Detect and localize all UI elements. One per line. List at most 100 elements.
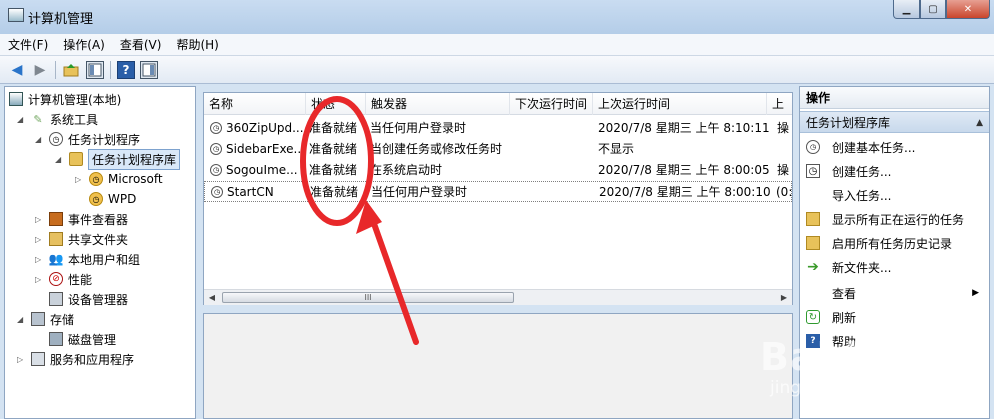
column-header-trigger[interactable]: 触发器	[366, 93, 510, 115]
scroll-right-arrow-icon[interactable]: ▶	[776, 290, 792, 305]
action-new-folder[interactable]: ➔ 新文件夹...	[800, 255, 989, 279]
menu-view[interactable]: 查看(V)	[120, 36, 162, 53]
tree-label: WPD	[108, 192, 137, 206]
task-clock-icon: ◷	[210, 164, 222, 176]
help-icon[interactable]: ?	[117, 61, 135, 79]
column-header-last-run[interactable]: 上次运行时间	[593, 93, 767, 115]
collapse-arrow-icon[interactable]: ◢	[55, 155, 65, 164]
pane-splitter[interactable]	[197, 86, 202, 419]
tree-item-root[interactable]: 计算机管理(本地)	[9, 89, 121, 109]
tree-item-device-manager[interactable]: 设备管理器	[49, 289, 128, 309]
expand-arrow-icon[interactable]: ▷	[35, 235, 45, 244]
menu-bar: 文件(F) 操作(A) 查看(V) 帮助(H)	[0, 34, 994, 56]
task-last-run: 2020/7/8 星期三 上午 8:10:11	[598, 121, 770, 135]
table-row[interactable]: ◷ SogouIme... 准备就绪 在系统启动时 2020/7/8 星期三 上…	[204, 160, 792, 181]
blank-icon	[806, 188, 820, 202]
collapse-up-icon[interactable]: ▲	[976, 112, 983, 134]
expand-arrow-icon[interactable]: ▷	[35, 215, 45, 224]
task-name: SogouIme...	[226, 163, 298, 177]
maximize-button[interactable]: ▢	[920, 0, 946, 19]
tree-item-wpd[interactable]: ◷ WPD	[89, 189, 136, 209]
task-trigger: 当任何用户登录时	[370, 121, 467, 135]
tree-label: 存储	[50, 312, 75, 327]
tree-item-shared-folders[interactable]: ▷ 共享文件夹	[35, 229, 128, 249]
expand-arrow-icon[interactable]: ▷	[75, 175, 85, 184]
horizontal-scrollbar[interactable]: ◀ III ▶	[204, 289, 792, 305]
forward-arrow-icon[interactable]: ▶	[31, 61, 49, 79]
tree-item-performance[interactable]: ▷ ⊘ 性能	[35, 269, 92, 289]
tree-item-disk-management[interactable]: 磁盘管理	[49, 329, 116, 349]
task-status: 准备就绪	[310, 185, 359, 199]
collapse-arrow-icon[interactable]: ◢	[17, 315, 27, 324]
column-header-last-result[interactable]: 上	[767, 93, 792, 115]
show-hide-console-tree-icon[interactable]	[86, 61, 104, 79]
scroll-thumb[interactable]: III	[222, 292, 514, 303]
action-label: 新文件夹...	[832, 260, 892, 275]
menu-action[interactable]: 操作(A)	[63, 36, 105, 53]
folder-clock-icon: ◷	[89, 192, 103, 206]
task-next-run	[514, 118, 594, 139]
table-header: 名称 状态 触发器 下次运行时间 上次运行时间 上	[204, 93, 792, 115]
action-create-basic-task[interactable]: ◷ 创建基本任务...	[800, 135, 989, 159]
tree-item-task-scheduler[interactable]: ◢ ◷ 任务计划程序	[35, 129, 140, 149]
tree-label: 本地用户和组	[68, 252, 141, 267]
computer-management-icon	[8, 8, 24, 22]
expand-arrow-icon[interactable]: ▷	[17, 355, 27, 364]
task-last-result	[777, 139, 792, 160]
new-folder-icon: ➔	[807, 259, 819, 275]
show-hide-action-pane-icon[interactable]	[140, 61, 158, 79]
task-last-result: (0:	[776, 185, 793, 199]
toolbar-separator	[55, 61, 56, 79]
menu-file[interactable]: 文件(F)	[8, 36, 48, 53]
column-header-status[interactable]: 状态	[306, 93, 366, 115]
actions-section-header[interactable]: 任务计划程序库 ▲	[800, 111, 989, 133]
action-view[interactable]: 查看 ▶	[800, 281, 989, 305]
table-row-selected[interactable]: ◷ StartCN 准备就绪 当任何用户登录时 2020/7/8 星期三 上午 …	[204, 181, 792, 202]
table-row[interactable]: ◷ 360ZipUpd... 准备就绪 当任何用户登录时 2020/7/8 星期…	[204, 118, 792, 139]
tree-label: 共享文件夹	[68, 232, 129, 247]
task-list: 名称 状态 触发器 下次运行时间 上次运行时间 上 ◷ 360ZipUpd...…	[203, 92, 793, 305]
action-label: 创建任务...	[832, 164, 892, 179]
back-arrow-icon[interactable]: ◀	[8, 61, 26, 79]
menu-help[interactable]: 帮助(H)	[176, 36, 218, 53]
task-trigger: 在系统启动时	[370, 163, 443, 177]
column-header-name[interactable]: 名称	[204, 93, 306, 115]
task-icon: ◷	[806, 164, 820, 178]
collapse-arrow-icon[interactable]: ◢	[35, 135, 45, 144]
disk-icon	[49, 332, 63, 346]
history-folder-icon	[806, 236, 820, 250]
table-row[interactable]: ◷ SidebarExe... 准备就绪 当创建任务或修改任务时 不显示	[204, 139, 792, 160]
window-controls: ▁ ▢ ✕	[893, 0, 990, 20]
task-last-result: 操	[777, 163, 790, 177]
minimize-button[interactable]: ▁	[893, 0, 920, 19]
tree-item-microsoft[interactable]: ▷ ◷ Microsoft	[75, 169, 163, 189]
expand-arrow-icon[interactable]: ▷	[35, 255, 45, 264]
action-enable-history[interactable]: 启用所有任务历史记录	[800, 231, 989, 255]
scroll-left-arrow-icon[interactable]: ◀	[204, 290, 220, 305]
expand-arrow-icon[interactable]: ▷	[35, 275, 45, 284]
tree-item-storage[interactable]: ◢ 存储	[17, 309, 74, 329]
action-create-task[interactable]: ◷ 创建任务...	[800, 159, 989, 183]
tree-item-local-users[interactable]: ▷ 👥 本地用户和组	[35, 249, 140, 269]
collapse-arrow-icon[interactable]: ◢	[17, 115, 27, 124]
action-import-task[interactable]: 导入任务...	[800, 183, 989, 207]
tree-item-system-tools[interactable]: ◢ ✎ 系统工具	[17, 109, 98, 129]
action-label: 导入任务...	[832, 188, 892, 203]
task-clock-icon: ◷	[210, 143, 222, 155]
toolbar-separator	[110, 61, 111, 79]
tree-label: 计算机管理(本地)	[28, 92, 122, 107]
tree-item-task-library[interactable]: ◢ 任务计划程序库	[55, 148, 181, 170]
close-button[interactable]: ✕	[946, 0, 990, 19]
device-manager-icon	[49, 292, 63, 306]
shared-folder-icon	[49, 232, 63, 246]
tree-item-services-apps[interactable]: ▷ 服务和应用程序	[17, 349, 134, 369]
tree-item-event-viewer[interactable]: ▷ 事件查看器	[35, 209, 128, 229]
action-label: 查看	[832, 286, 857, 301]
action-label: 显示所有正在运行的任务	[832, 212, 965, 227]
watermark-main: Baidu 经验	[760, 335, 980, 379]
task-status: 准备就绪	[309, 142, 358, 156]
actions-header: 操作	[800, 87, 989, 109]
up-folder-icon[interactable]	[62, 61, 80, 79]
column-header-next-run[interactable]: 下次运行时间	[510, 93, 593, 115]
action-show-running-tasks[interactable]: 显示所有正在运行的任务	[800, 207, 989, 231]
